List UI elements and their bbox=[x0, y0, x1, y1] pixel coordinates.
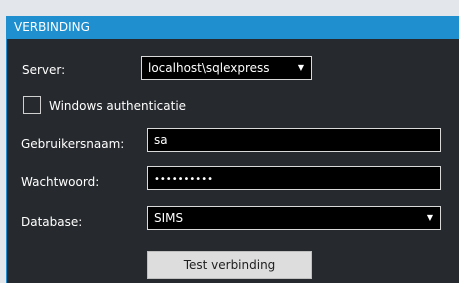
server-value: localhost\sqlexpress bbox=[148, 61, 270, 75]
chevron-down-icon: ▼ bbox=[426, 213, 433, 222]
server-dropdown[interactable]: localhost\sqlexpress ▼ bbox=[141, 56, 312, 80]
username-input[interactable]: sa bbox=[147, 128, 441, 152]
username-label: Gebruikersnaam: bbox=[21, 137, 125, 151]
chevron-down-icon: ▼ bbox=[297, 63, 304, 72]
password-value: •••••••••• bbox=[154, 174, 213, 185]
username-value: sa bbox=[154, 133, 168, 147]
database-dropdown[interactable]: SIMS ▼ bbox=[147, 206, 441, 230]
database-value: SIMS bbox=[154, 211, 184, 225]
windows-auth-label: Windows authenticatie bbox=[49, 99, 187, 113]
server-label: Server: bbox=[22, 63, 66, 77]
windows-auth-checkbox[interactable] bbox=[23, 96, 41, 114]
password-input[interactable]: •••••••••• bbox=[147, 166, 441, 190]
database-label: Database: bbox=[21, 215, 83, 229]
password-label: Wachtwoord: bbox=[21, 175, 100, 189]
panel-title: VERBINDING bbox=[7, 16, 459, 39]
connection-panel: VERBINDING Server: localhost\sqlexpress … bbox=[6, 16, 459, 283]
test-connection-button[interactable]: Test verbinding bbox=[147, 251, 312, 279]
